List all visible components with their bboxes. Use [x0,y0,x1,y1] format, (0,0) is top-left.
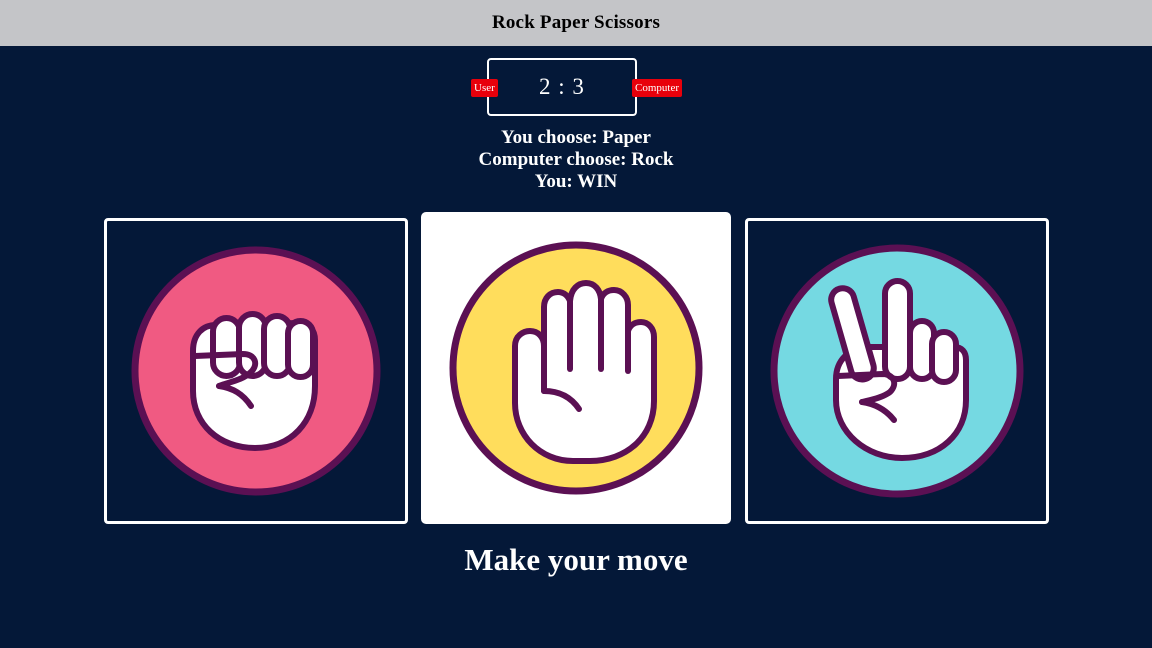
scissors-icon [770,244,1024,498]
rock-button[interactable] [104,218,408,524]
computer-choice-text: Computer choose: Rock [478,149,674,170]
scissors-button[interactable] [745,218,1049,524]
outcome-text: You: WIN [534,171,618,192]
result-panel: You choose: Paper Computer choose: Rock … [0,127,1152,193]
app-header: Rock Paper Scissors [0,0,1152,46]
make-move-prompt: Make your move [464,542,688,577]
user-badge: User [471,79,498,97]
paper-button[interactable] [421,212,731,524]
computer-badge: Computer [632,79,682,97]
user-choice-text: You choose: Paper [501,127,651,148]
score-text: 2 : 3 [539,74,585,99]
page-title: Rock Paper Scissors [491,12,661,33]
rock-icon [131,246,381,496]
scoreboard: 2 : 3 [487,58,637,116]
paper-icon [449,241,703,495]
